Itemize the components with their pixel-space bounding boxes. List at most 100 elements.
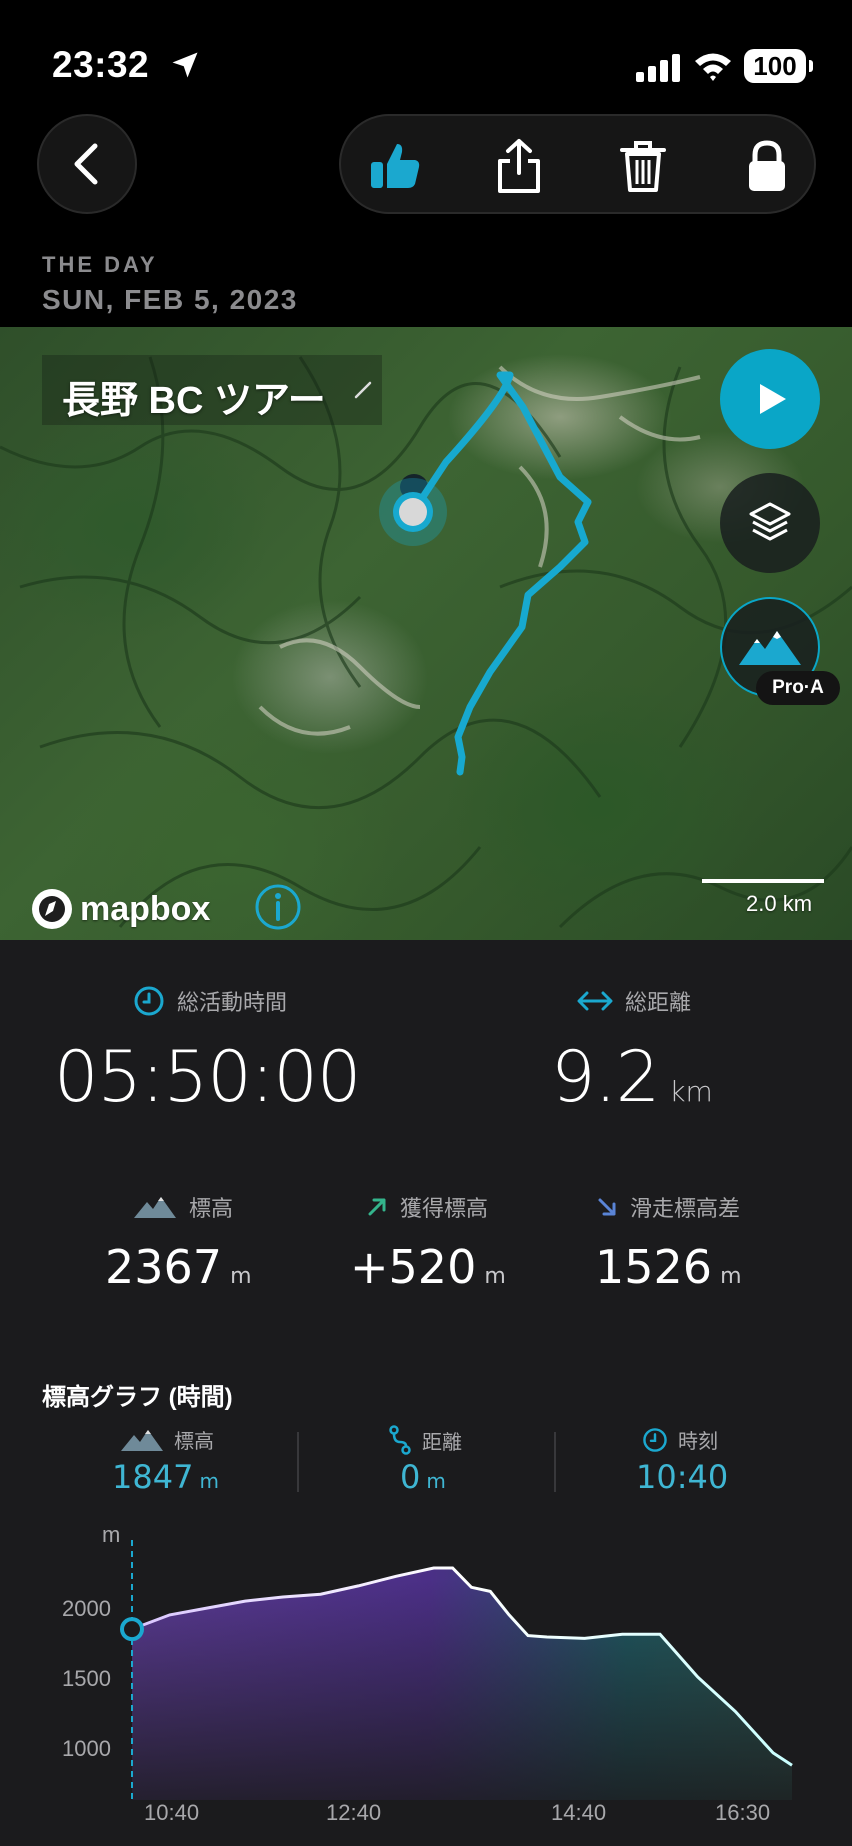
descent: 1526 m xyxy=(595,1240,742,1294)
share-icon xyxy=(498,139,540,193)
chevron-left-icon xyxy=(74,143,98,185)
scale-label: 2.0 km xyxy=(746,891,813,916)
location-arrow-icon xyxy=(172,52,198,78)
clock-icon xyxy=(134,986,164,1016)
altitude-unit: m xyxy=(230,1264,252,1289)
like-button[interactable] xyxy=(363,134,427,198)
scale-bar xyxy=(702,879,824,883)
elevation-point xyxy=(622,1634,623,1635)
descent-value: 1526 xyxy=(595,1240,713,1294)
elevation-chart[interactable] xyxy=(0,1520,852,1800)
altitude: 2367 m xyxy=(105,1240,252,1294)
ascent-unit: m xyxy=(484,1264,506,1289)
elevation-point xyxy=(584,1638,585,1639)
mountain-icon xyxy=(121,1429,163,1451)
x-tick-label: 10:40 xyxy=(144,1800,200,1825)
back-button[interactable] xyxy=(37,114,137,214)
route-map[interactable]: 長野 BC ツアー Pro·A mapbox 2.0 km xyxy=(0,327,852,940)
info-icon[interactable] xyxy=(254,883,302,931)
elevation-point xyxy=(509,1614,510,1615)
elevation-point xyxy=(396,1576,397,1577)
elevation-point xyxy=(282,1597,283,1598)
altitude-label: 標高 xyxy=(189,1196,234,1221)
elevation-point xyxy=(320,1594,321,1595)
descent-header: 滑走標高差 xyxy=(596,1191,740,1223)
graph-altitude-unit: m xyxy=(199,1469,219,1493)
elevation-point xyxy=(490,1591,491,1592)
pro-badge: Pro·A xyxy=(756,671,840,705)
elevation-point xyxy=(207,1608,208,1609)
total-distance-label: 総距離 xyxy=(625,990,692,1015)
elevation-point xyxy=(697,1677,698,1678)
graph-distance-readout: 0m xyxy=(400,1458,446,1496)
x-tick-label: 14:40 xyxy=(551,1800,607,1825)
day-label: THE DAY xyxy=(42,252,158,277)
altitude-header: 標高 xyxy=(133,1191,233,1223)
lock-button[interactable] xyxy=(735,134,799,198)
descent-label: 滑走標高差 xyxy=(630,1196,741,1221)
graph-distance-unit: m xyxy=(426,1469,446,1493)
trash-icon xyxy=(620,141,666,192)
altitude-value: 2367 xyxy=(105,1240,223,1294)
total-time-value: 05:50:00 xyxy=(54,1036,361,1118)
route-name[interactable]: 長野 BC ツアー xyxy=(62,369,326,424)
graph-distance-value: 0 xyxy=(400,1458,421,1496)
readout-divider xyxy=(554,1432,556,1492)
ascent-label: 獲得標高 xyxy=(400,1196,489,1221)
elevation-point xyxy=(528,1635,529,1636)
map-layers-button[interactable] xyxy=(720,473,820,573)
readout-divider xyxy=(297,1432,299,1492)
graph-altitude-value: 1847 xyxy=(112,1458,194,1496)
elevation-point xyxy=(735,1711,736,1712)
graph-altitude-label: 標高 xyxy=(174,1431,214,1453)
graph-distance-label: 距離 xyxy=(422,1431,462,1454)
thumbs-up-icon xyxy=(371,144,420,188)
total-distance: 9.2 km xyxy=(551,1036,713,1118)
layers-icon xyxy=(749,502,791,541)
play-replay-button[interactable] xyxy=(720,349,820,449)
mountain-icon xyxy=(739,631,801,665)
elevation-point xyxy=(546,1637,547,1638)
descent-unit: m xyxy=(720,1264,742,1289)
share-button[interactable] xyxy=(487,134,551,198)
edit-pencil-icon[interactable] xyxy=(352,377,376,401)
graph-time-value: 10:40 xyxy=(636,1458,729,1496)
lock-icon xyxy=(749,140,785,191)
ascent-header: 獲得標高 xyxy=(366,1191,488,1223)
graph-distance-header: 距離 xyxy=(388,1425,462,1455)
graph-altitude-readout: 1847 m xyxy=(112,1458,219,1496)
arrow-up-right-icon xyxy=(368,1198,386,1216)
mapbox-logo-icon xyxy=(32,889,72,929)
ascent-value: +520 xyxy=(350,1240,477,1294)
elevation-point xyxy=(773,1752,774,1753)
clock-icon xyxy=(643,1427,667,1452)
graph-time-label: 時刻 xyxy=(678,1431,718,1453)
total-distance-unit: km xyxy=(669,1075,713,1108)
battery-indicator: 100 xyxy=(744,49,813,83)
activity-date: SUN, FEB 5, 2023 xyxy=(42,284,298,315)
elevation-point xyxy=(433,1568,434,1569)
mapbox-logo: mapbox xyxy=(30,887,210,931)
elevation-point xyxy=(792,1765,793,1766)
graph-altitude-header: 標高 xyxy=(120,1425,214,1454)
total-time-label: 総活動時間 xyxy=(177,990,288,1015)
chart-cursor-handle[interactable] xyxy=(120,1617,144,1642)
cellular-signal-icon xyxy=(636,54,680,82)
mapbox-wordmark: mapbox xyxy=(80,889,211,928)
elevation-point xyxy=(245,1601,246,1602)
area-fade xyxy=(132,1580,802,1800)
total-distance-value: 9.2 xyxy=(551,1036,660,1118)
elevation-point xyxy=(471,1587,472,1588)
elevation-point xyxy=(358,1585,359,1586)
total-distance-header: 総距離 xyxy=(577,985,691,1017)
play-icon xyxy=(760,384,786,414)
ascent: +520 m xyxy=(350,1240,506,1294)
graph-time-header: 時刻 xyxy=(642,1425,718,1454)
status-time: 23:32 xyxy=(52,44,150,85)
x-tick-label: 12:40 xyxy=(326,1800,382,1825)
route-icon xyxy=(389,1425,411,1455)
x-tick-label: 16:30 xyxy=(715,1800,771,1825)
action-toolbar xyxy=(339,114,816,214)
delete-button[interactable] xyxy=(611,134,675,198)
wifi-icon xyxy=(695,53,731,81)
